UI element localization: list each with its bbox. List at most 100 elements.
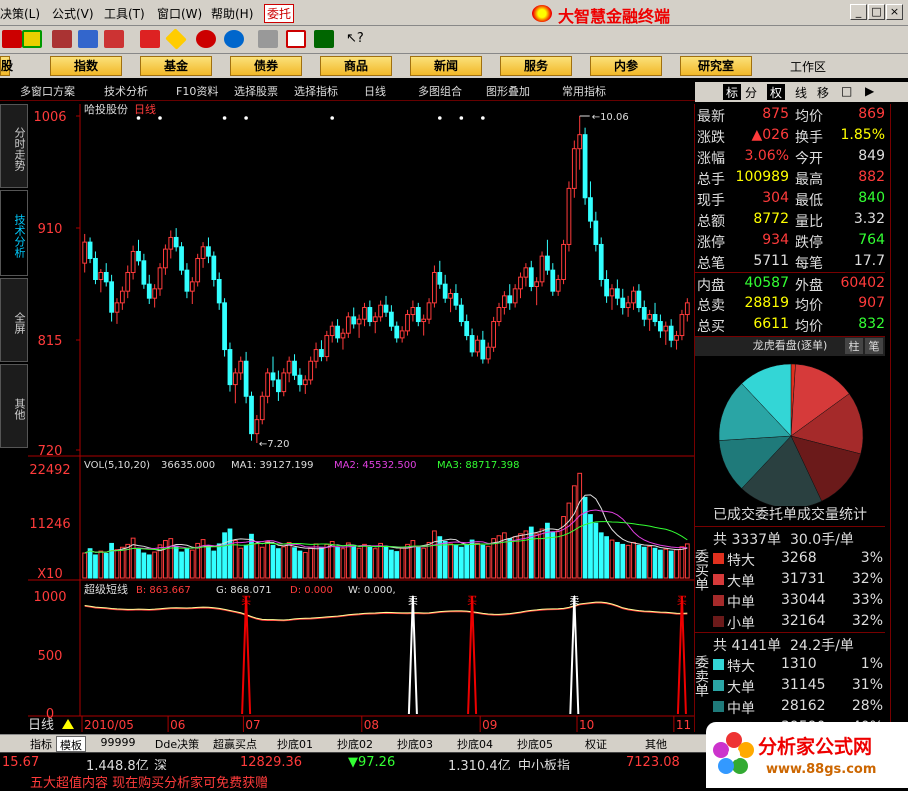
section-insider[interactable]: 内参 — [590, 56, 662, 76]
marquee-text[interactable]: 五大超值内容 现在购买分析家可免费获赠 — [30, 772, 268, 791]
volume-bar[interactable] — [179, 551, 184, 579]
candle-body[interactable] — [179, 246, 184, 271]
volume-bar[interactable] — [448, 543, 453, 579]
volume-bar[interactable] — [399, 547, 405, 579]
candle-body[interactable] — [238, 360, 244, 374]
candle-body[interactable] — [103, 271, 109, 283]
volume-bar[interactable] — [173, 545, 179, 579]
volume-bar[interactable] — [378, 542, 384, 579]
candle-body[interactable] — [351, 316, 357, 325]
volume-bar[interactable] — [593, 522, 599, 579]
candle-body[interactable] — [146, 283, 152, 299]
candle-body[interactable] — [652, 314, 658, 323]
volume-bar[interactable] — [281, 546, 287, 579]
volume-bar[interactable] — [588, 514, 593, 579]
candle-body[interactable] — [276, 379, 281, 393]
section-index[interactable]: 指数 — [50, 56, 122, 76]
candle-body[interactable] — [598, 243, 604, 280]
volume-bar[interactable] — [577, 472, 583, 579]
candle-body[interactable] — [130, 250, 136, 273]
candle-body[interactable] — [157, 267, 163, 290]
candle-body[interactable] — [625, 302, 631, 309]
section-commodity[interactable]: 商品 — [320, 56, 392, 76]
candle-body[interactable] — [399, 330, 405, 339]
candle-body[interactable] — [658, 321, 663, 332]
candle-body[interactable] — [614, 288, 620, 299]
volume-bar[interactable] — [555, 530, 561, 579]
tab-minute[interactable]: 分 — [745, 84, 757, 101]
minimize-button[interactable]: _ — [850, 4, 867, 20]
candle-body[interactable] — [216, 278, 222, 304]
volume-bar[interactable] — [136, 548, 141, 579]
candle-body[interactable] — [518, 276, 523, 290]
btab-super-buy[interactable]: 超赢买点 — [208, 736, 262, 752]
candle-body[interactable] — [109, 281, 114, 313]
volume-bar[interactable] — [475, 542, 480, 579]
candle-body[interactable] — [383, 304, 389, 313]
candle-body[interactable] — [577, 134, 583, 150]
info-star-icon[interactable] — [136, 116, 141, 120]
tick-view-button[interactable]: 笔 — [865, 338, 883, 354]
candle-body[interactable] — [539, 255, 545, 283]
volume-bar[interactable] — [464, 543, 470, 579]
volume-bar[interactable] — [453, 544, 459, 579]
tab-move[interactable]: 移 — [817, 84, 829, 101]
volume-bar[interactable] — [152, 551, 158, 579]
menu-help[interactable]: 帮助(H) — [211, 5, 253, 22]
volume-bar[interactable] — [631, 541, 636, 579]
candle-body[interactable] — [620, 297, 626, 309]
candle-body[interactable] — [227, 349, 233, 386]
folder-icon[interactable] — [258, 30, 278, 48]
candle-body[interactable] — [453, 293, 459, 306]
volume-bar[interactable] — [545, 522, 550, 579]
func-pick-stock[interactable]: 选择股票 — [234, 83, 278, 99]
volume-bar[interactable] — [582, 496, 588, 579]
func-overlay[interactable]: 图形叠加 — [486, 83, 530, 99]
volume-bar[interactable] — [415, 545, 421, 579]
candle-body[interactable] — [609, 288, 615, 297]
volume-bar[interactable] — [189, 549, 195, 579]
func-tech-analysis[interactable]: 技术分析 — [104, 83, 148, 99]
window-layout-icon[interactable] — [286, 30, 306, 48]
volume-bar[interactable] — [292, 547, 297, 579]
volume-bar[interactable] — [550, 531, 556, 579]
candle-body[interactable] — [631, 290, 636, 304]
volume-bar[interactable] — [82, 552, 88, 579]
candle-body[interactable] — [222, 302, 227, 351]
candle-body[interactable] — [388, 311, 394, 327]
volume-bar[interactable] — [297, 550, 303, 579]
section-research[interactable]: 研究室 — [680, 56, 752, 76]
candle-body[interactable] — [636, 290, 642, 309]
candle-body[interactable] — [550, 269, 556, 292]
candle-body[interactable] — [582, 134, 588, 199]
info-star-icon[interactable] — [222, 116, 227, 120]
candle-body[interactable] — [469, 335, 475, 353]
volume-bar[interactable] — [93, 554, 98, 579]
candle-body[interactable] — [249, 395, 254, 435]
volume-bar[interactable] — [302, 552, 308, 579]
btab-99999[interactable]: 99999 — [98, 736, 138, 752]
candle-body[interactable] — [98, 271, 104, 280]
bar-view-button[interactable]: 柱 — [845, 338, 863, 354]
candle-body[interactable] — [329, 325, 335, 337]
volume-bar[interactable] — [652, 547, 658, 579]
volume-bar[interactable] — [641, 546, 647, 579]
candle-body[interactable] — [281, 372, 287, 393]
candle-body[interactable] — [206, 246, 211, 257]
candle-body[interactable] — [324, 335, 330, 358]
volume-bar[interactable] — [286, 541, 292, 579]
volume-bar[interactable] — [362, 543, 367, 579]
volume-bar[interactable] — [469, 539, 475, 579]
volume-bar[interactable] — [216, 543, 222, 579]
diamond-icon[interactable] — [165, 28, 187, 50]
volume-bar[interactable] — [663, 548, 669, 579]
volume-bar[interactable] — [491, 538, 496, 579]
volume-bar[interactable] — [335, 546, 340, 579]
volume-bar[interactable] — [222, 532, 227, 579]
tab-quote[interactable]: 标 — [723, 84, 741, 100]
volume-bar[interactable] — [265, 541, 271, 579]
candle-body[interactable] — [87, 241, 93, 259]
candle-body[interactable] — [319, 349, 324, 358]
candle-body[interactable] — [265, 372, 271, 397]
candle-body[interactable] — [641, 307, 647, 320]
